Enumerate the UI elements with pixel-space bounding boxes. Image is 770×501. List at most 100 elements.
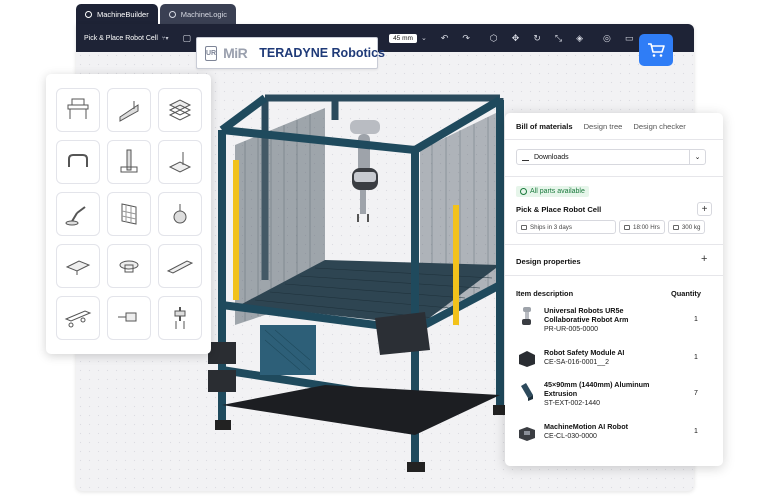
item-quantity: 1 <box>694 316 698 323</box>
divider <box>505 176 723 177</box>
palette-item[interactable] <box>158 140 202 184</box>
vertical-actuator-icon <box>120 149 138 173</box>
palette-item[interactable] <box>107 88 151 132</box>
cart-button[interactable] <box>639 34 673 66</box>
ur5e-robot-arm[interactable] <box>350 120 380 222</box>
toolbar: Pick & Place Robot Cell ⑂▾ ▢ 45 mm ⌄ ↶ ↷… <box>76 24 694 52</box>
teradyne-robotics-logo: UR MiR TERADYNE Robotics <box>196 37 385 69</box>
extrusion-thumb-icon <box>516 380 538 402</box>
gripper-icon <box>174 307 186 329</box>
rotate-icon[interactable]: ↻ <box>533 33 541 44</box>
tab-label: MachineBuilder <box>97 9 149 19</box>
palette-item[interactable] <box>158 244 202 288</box>
download-icon <box>522 154 529 161</box>
palette-item[interactable] <box>56 296 100 340</box>
palette-item[interactable] <box>107 296 151 340</box>
tab-design-tree[interactable]: Design tree <box>584 122 623 139</box>
item-quantity: 1 <box>694 428 698 435</box>
mesh-panel-icon <box>121 203 137 225</box>
palette-item[interactable] <box>158 88 202 132</box>
palette-item[interactable] <box>107 192 151 236</box>
add-button[interactable]: + <box>697 202 712 216</box>
robot-cell-3d-model[interactable] <box>200 80 520 480</box>
project-meta-chips: Ships in 3 days 18:00 Hrs 300 kg <box>516 220 706 234</box>
palette-item[interactable] <box>107 140 151 184</box>
bottom-shelf <box>222 385 500 435</box>
weight-icon <box>672 224 679 230</box>
redo-icon[interactable]: ↷ <box>462 33 470 44</box>
handle-icon <box>68 154 88 167</box>
tab-bill-of-materials[interactable]: Bill of materials <box>516 122 573 139</box>
mir-logo: MiR <box>223 45 248 61</box>
palette-item[interactable] <box>56 244 100 288</box>
teradyne-wordmark: TERADYNE Robotics <box>259 46 385 60</box>
divider <box>505 244 723 245</box>
items-header: Item description Quantity <box>516 289 712 298</box>
stacked-plates-icon <box>168 99 192 121</box>
item-quantity: 7 <box>694 390 698 397</box>
shipping-chip: Ships in 3 days <box>516 220 616 234</box>
app-tabs: MachineBuilder MachineLogic <box>76 4 236 24</box>
check-circle-icon[interactable]: ◎ <box>603 33 611 44</box>
tab-machinebuilder[interactable]: MachineBuilder <box>76 4 158 24</box>
wrench-icon <box>624 224 630 230</box>
sensor-plate-icon <box>168 152 192 173</box>
item-description-header: Item description <box>516 289 574 298</box>
item-name: 45×90mm (1440mm) Aluminum Extrusion <box>544 380 650 398</box>
bom-project-name: Pick & Place Robot Cell <box>516 205 602 214</box>
cube-icon[interactable]: ⬡ <box>490 33 498 44</box>
downloads-dropdown[interactable]: Downloads ⌄ <box>516 149 706 165</box>
comment-icon[interactable]: ▢ <box>183 33 192 44</box>
angle-bracket-icon <box>119 101 139 122</box>
chevron-down-icon[interactable]: ⌄ <box>689 150 705 164</box>
bom-tabs: Bill of materials Design tree Design che… <box>505 113 723 140</box>
weight-text: 300 kg <box>681 223 701 231</box>
hours-chip: 18:00 Hrs <box>619 220 665 234</box>
collapse-icon[interactable]: ⤡ <box>555 33 562 44</box>
safety-module-thumb-icon <box>516 348 538 370</box>
palette-item[interactable] <box>56 140 100 184</box>
item-code: CE-CL-030-0000 <box>544 433 597 440</box>
palette-item[interactable] <box>107 244 151 288</box>
chat-icon[interactable]: ▭ <box>625 33 634 44</box>
robot-arm-thumb-icon <box>516 306 538 328</box>
component-grid <box>56 88 202 340</box>
shipping-text: Ships in 3 days <box>530 223 572 231</box>
undo-icon[interactable]: ↶ <box>441 33 449 44</box>
item-name: MachineMotion AI Robot <box>544 422 628 431</box>
check-circle-icon <box>520 188 527 195</box>
controller-box <box>208 342 236 364</box>
controller-thumb-icon <box>516 422 538 444</box>
palette-item[interactable] <box>158 192 202 236</box>
palette-item[interactable] <box>158 296 202 340</box>
transform-icon[interactable]: ✥ <box>512 33 520 44</box>
palette-item[interactable] <box>56 88 100 132</box>
leveling-foot <box>407 462 425 472</box>
expand-design-properties-icon[interactable]: + <box>701 253 707 265</box>
shopping-cart-icon <box>648 43 665 57</box>
conveyor-rail-icon <box>166 260 194 274</box>
layers-icon[interactable]: ◈ <box>576 33 583 44</box>
workbench-icon <box>67 98 89 119</box>
palette-item[interactable] <box>56 192 100 236</box>
project-name-dropdown[interactable]: Pick & Place Robot Cell <box>84 35 158 42</box>
availability-badge: All parts available <box>516 186 589 197</box>
tab-machinelogic[interactable]: MachineLogic <box>159 4 236 24</box>
item-code: PR-UR-005-0000 <box>544 326 599 333</box>
item-quantity: 1 <box>694 354 698 361</box>
hmi-screen[interactable] <box>375 312 430 355</box>
downloads-label: Downloads <box>534 153 569 161</box>
ur-logo: UR <box>205 45 218 61</box>
light-curtain <box>233 160 239 300</box>
chevron-down-icon[interactable]: ⌄ <box>421 34 427 42</box>
design-properties-heading[interactable]: Design properties <box>516 257 581 266</box>
leveling-foot <box>215 420 231 430</box>
branch-icon[interactable]: ⑂▾ <box>162 35 169 42</box>
tab-design-checker[interactable]: Design checker <box>633 122 685 139</box>
machinelogic-icon <box>168 10 176 18</box>
item-name: Universal Robots UR5e Collaborative Robo… <box>544 306 629 324</box>
divider <box>505 275 723 276</box>
dimension-input[interactable]: 45 mm <box>389 33 417 43</box>
light-curtain <box>453 205 459 325</box>
controller-box <box>208 370 236 392</box>
